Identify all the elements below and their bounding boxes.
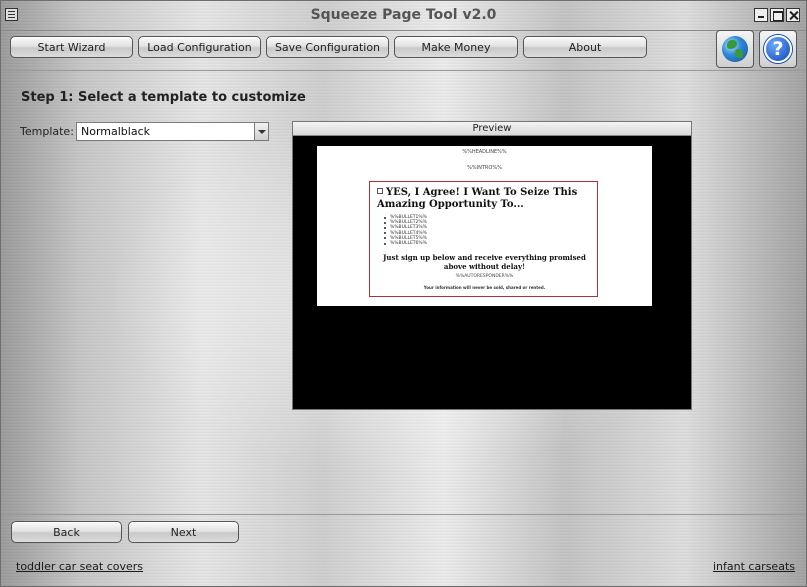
about-button[interactable]: About bbox=[523, 36, 647, 58]
list-item: %%BULLET6%% bbox=[384, 241, 427, 246]
start-wizard-button[interactable]: Start Wizard bbox=[10, 36, 133, 58]
preview-intro-placeholder: %%INTRO%% bbox=[467, 165, 502, 171]
optin-title: YES, I Agree! I Want To Seize This Amazi… bbox=[377, 187, 595, 211]
template-select[interactable]: Normalblack bbox=[76, 122, 269, 141]
bullet-list: %%BULLET1%% %%BULLET2%% %%BULLET3%% %%BU… bbox=[384, 215, 427, 246]
help-icon: ? bbox=[764, 35, 792, 63]
privacy-note: Your information will never be sold, sha… bbox=[423, 285, 546, 290]
close-icon[interactable] bbox=[786, 8, 800, 22]
step-heading: Step 1: Select a template to customize bbox=[21, 90, 306, 105]
template-select-value: Normalblack bbox=[81, 125, 150, 138]
signup-text: Just sign up below and receive everythin… bbox=[383, 253, 586, 271]
autoresponder-placeholder: %%AUTORESPONDER%% bbox=[455, 274, 514, 279]
save-configuration-button[interactable]: Save Configuration bbox=[266, 36, 389, 58]
make-money-button[interactable]: Make Money bbox=[394, 36, 518, 58]
window-controls bbox=[754, 8, 800, 22]
app-window: Squeeze Page Tool v2.0 Start Wizard Load… bbox=[0, 0, 807, 587]
footer-link-left[interactable]: toddler car seat covers bbox=[16, 560, 143, 573]
optin-box: YES, I Agree! I Want To Seize This Amazi… bbox=[369, 181, 598, 297]
help-button[interactable]: ? bbox=[759, 30, 797, 68]
globe-icon bbox=[722, 36, 748, 62]
minimize-icon[interactable] bbox=[754, 8, 768, 22]
preview-page: %%HEADLINE%% %%INTRO%% YES, I Agree! I W… bbox=[317, 146, 652, 306]
website-button[interactable] bbox=[716, 30, 754, 68]
preview-header: Preview bbox=[293, 122, 691, 136]
template-label: Template: bbox=[20, 125, 74, 138]
footer-link-right[interactable]: infant carseats bbox=[713, 560, 795, 573]
title-bar: Squeeze Page Tool v2.0 bbox=[1, 1, 806, 31]
preview-panel: Preview %%HEADLINE%% %%INTRO%% YES, I Ag… bbox=[292, 121, 692, 410]
window-title: Squeeze Page Tool v2.0 bbox=[310, 7, 497, 23]
load-configuration-button[interactable]: Load Configuration bbox=[138, 36, 261, 58]
checkbox-icon bbox=[377, 188, 383, 194]
chevron-down-icon[interactable] bbox=[254, 123, 268, 140]
back-button[interactable]: Back bbox=[11, 521, 122, 543]
maximize-icon[interactable] bbox=[770, 8, 784, 22]
next-button[interactable]: Next bbox=[128, 521, 239, 543]
preview-headline-placeholder: %%HEADLINE%% bbox=[462, 149, 507, 155]
optin-title-text: YES, I Agree! I Want To Seize This Amazi… bbox=[377, 187, 578, 210]
